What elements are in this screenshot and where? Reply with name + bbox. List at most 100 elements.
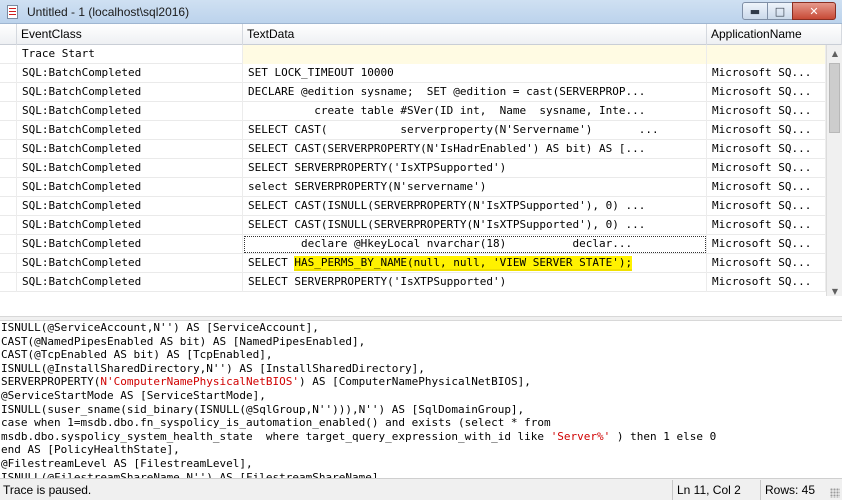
application-name-cell: Microsoft SQ... <box>707 102 826 121</box>
window-title: Untitled - 1 (localhost\sql2016) <box>27 4 190 19</box>
string-literal: N'ComputerNamePhysicalNetBIOS' <box>100 375 300 389</box>
text-data-cell: declare @HkeyLocal nvarchar(18) declar..… <box>243 235 707 254</box>
table-row[interactable]: SQL:BatchCompleted create table #SVer(ID… <box>0 102 826 121</box>
event-class-cell: SQL:BatchCompleted <box>17 178 243 197</box>
application-name-cell: Microsoft SQ... <box>707 140 826 159</box>
minimize-button[interactable]: ▬ <box>742 2 768 20</box>
row-selector[interactable] <box>0 102 17 121</box>
row-selector[interactable] <box>0 140 17 159</box>
code-text: CAST(@NamedPipesEnabled AS bit) AS [Name… <box>1 334 366 348</box>
event-class-cell: SQL:BatchCompleted <box>17 235 243 254</box>
row-count: Rows: 45 <box>760 480 830 500</box>
row-selector-header <box>0 24 17 45</box>
grid-header: EventClass TextData ApplicationName <box>0 24 842 45</box>
row-selector[interactable] <box>0 273 17 292</box>
maximize-button[interactable]: □ <box>767 2 793 20</box>
code-text: ISNULL(@ServiceAccount,N'') AS [ServiceA… <box>1 321 319 334</box>
grid-rows: Trace Start SQL:BatchCompleted SET LOCK_TI… <box>0 45 826 292</box>
application-name-cell: Microsoft SQ... <box>707 64 826 83</box>
table-row[interactable]: Trace Start <box>0 45 826 64</box>
scroll-up-arrow-icon[interactable]: ▲ <box>827 45 842 61</box>
column-header-applicationname[interactable]: ApplicationName <box>707 24 842 45</box>
text-data-cell: SELECT CAST(SERVERPROPERTY(N'IsHadrEnabl… <box>243 140 707 159</box>
row-selector[interactable] <box>0 159 17 178</box>
event-class-cell: SQL:BatchCompleted <box>17 121 243 140</box>
scroll-down-arrow-icon[interactable]: ▼ <box>827 283 842 296</box>
row-selector[interactable] <box>0 197 17 216</box>
profiler-document-icon <box>5 4 21 20</box>
table-row[interactable]: SQL:BatchCompleted SELECT SERVERPROPERTY(… <box>0 273 826 292</box>
text-data-cell: create table #SVer(ID int, Name sysname,… <box>243 102 707 121</box>
application-name-cell: Microsoft SQ... <box>707 273 826 292</box>
row-selector[interactable] <box>0 64 17 83</box>
code-text: ISNULL(suser_sname(sid_binary(ISNULL(@Sq… <box>1 402 525 416</box>
vertical-scroll-thumb[interactable] <box>829 63 840 133</box>
trace-grid[interactable]: EventClass TextData ApplicationName Trac… <box>0 24 842 296</box>
table-row[interactable]: SQL:BatchCompleted SELECT CAST(ISNULL(SER… <box>0 216 826 235</box>
text-line: CAST(@NamedPipesEnabled AS bit) AS [Name… <box>1 335 842 349</box>
text-data-cell: select SERVERPROPERTY(N'servername') <box>243 178 707 197</box>
title-bar: Untitled - 1 (localhost\sql2016) ▬ □ ✕ <box>0 0 842 24</box>
table-row[interactable]: SQL:BatchCompleted SET LOCK_TIMEOUT 10000… <box>0 64 826 83</box>
text-line: @ServiceStartMode AS [ServiceStartMode], <box>1 389 842 403</box>
application-name-cell: Microsoft SQ... <box>707 197 826 216</box>
text-line: case when 1=msdb.dbo.fn_syspolicy_is_aut… <box>1 416 842 430</box>
vertical-scrollbar[interactable]: ▲ ▼ <box>826 45 842 296</box>
row-selector[interactable] <box>0 45 17 64</box>
row-selector[interactable] <box>0 254 17 273</box>
application-name-cell: Microsoft SQ... <box>707 254 826 273</box>
row-selector[interactable] <box>0 121 17 140</box>
table-row[interactable]: SQL:BatchCompleted SELECT HAS_PERMS_BY_NA… <box>0 254 826 273</box>
application-name-cell: Microsoft SQ... <box>707 178 826 197</box>
string-literal: 'Server%' <box>550 429 611 443</box>
event-class-cell: SQL:BatchCompleted <box>17 83 243 102</box>
event-class-cell: Trace Start <box>17 45 243 64</box>
table-row[interactable]: SQL:BatchCompleted SELECT CAST( serverpro… <box>0 121 826 140</box>
event-class-cell: SQL:BatchCompleted <box>17 216 243 235</box>
table-row[interactable]: SQL:BatchCompleted SELECT CAST(SERVERPROP… <box>0 140 826 159</box>
event-class-cell: SQL:BatchCompleted <box>17 273 243 292</box>
row-selector[interactable] <box>0 216 17 235</box>
code-text: @FilestreamLevel AS [FilestreamLevel], <box>1 456 253 470</box>
event-class-cell: SQL:BatchCompleted <box>17 254 243 273</box>
column-header-textdata[interactable]: TextData <box>243 24 707 45</box>
event-class-cell: SQL:BatchCompleted <box>17 159 243 178</box>
table-row[interactable]: SQL:BatchCompleted declare @HkeyLocal nv… <box>0 235 826 254</box>
table-row[interactable]: SQL:BatchCompleted SELECT SERVERPROPERTY(… <box>0 159 826 178</box>
cursor-position: Ln 11, Col 2 <box>672 480 758 500</box>
text-data-cell <box>243 45 707 64</box>
text-line: end AS [PolicyHealthState], <box>1 443 842 457</box>
row-selector[interactable] <box>0 83 17 102</box>
text-data-prefix: SELECT <box>248 256 295 269</box>
text-line: ISNULL(@ServiceAccount,N'') AS [ServiceA… <box>1 321 842 335</box>
row-selector[interactable] <box>0 178 17 197</box>
text-data-cell: SELECT CAST(ISNULL(SERVERPROPERTY(N'IsXT… <box>243 197 707 216</box>
close-button[interactable]: ✕ <box>792 2 836 20</box>
row-selector[interactable] <box>0 235 17 254</box>
highlighted-text: HAS_PERMS_BY_NAME(null, null, 'VIEW SERV… <box>294 256 633 271</box>
text-data-cell: DECLARE @edition sysname; SET @edition =… <box>243 83 707 102</box>
text-data-cell: SELECT HAS_PERMS_BY_NAME(null, null, 'VI… <box>243 254 707 273</box>
resize-grip-icon[interactable] <box>830 488 840 498</box>
table-row[interactable]: SQL:BatchCompleted DECLARE @edition sysna… <box>0 83 826 102</box>
code-text: ISNULL(@FilestreamShareName,N'') AS [Fil… <box>1 470 386 478</box>
table-row[interactable]: SQL:BatchCompleted SELECT CAST(ISNULL(SER… <box>0 197 826 216</box>
text-line: SERVERPROPERTY(N'ComputerNamePhysicalNet… <box>1 375 842 389</box>
code-text: @ServiceStartMode AS [ServiceStartMode], <box>1 388 266 402</box>
event-text-pane[interactable]: ISNULL(@ServiceAccount,N'') AS [ServiceA… <box>0 321 842 478</box>
text-data-cell: SELECT CAST( serverproperty(N'Servername… <box>243 121 707 140</box>
event-class-cell: SQL:BatchCompleted <box>17 197 243 216</box>
code-text: msdb.dbo.syspolicy_system_health_state w… <box>1 429 551 443</box>
column-header-eventclass[interactable]: EventClass <box>17 24 243 45</box>
code-text: end AS [PolicyHealthState], <box>1 443 180 457</box>
text-line: @FilestreamLevel AS [FilestreamLevel], <box>1 457 842 471</box>
application-name-cell: Microsoft SQ... <box>707 83 826 102</box>
text-data-cell: SELECT SERVERPROPERTY('IsXTPSupported') <box>243 159 707 178</box>
code-text: ) then 1 else 0 <box>610 429 717 443</box>
table-row[interactable]: SQL:BatchCompleted select SERVERPROPERTY(… <box>0 178 826 197</box>
code-text: SERVERPROPERTY( <box>1 375 101 389</box>
text-line: ISNULL(@InstallSharedDirectory,N'') AS [… <box>1 362 842 376</box>
text-line: msdb.dbo.syspolicy_system_health_state w… <box>1 430 842 444</box>
text-line: ISNULL(@FilestreamShareName,N'') AS [Fil… <box>1 471 842 478</box>
application-name-cell: Microsoft SQ... <box>707 121 826 140</box>
